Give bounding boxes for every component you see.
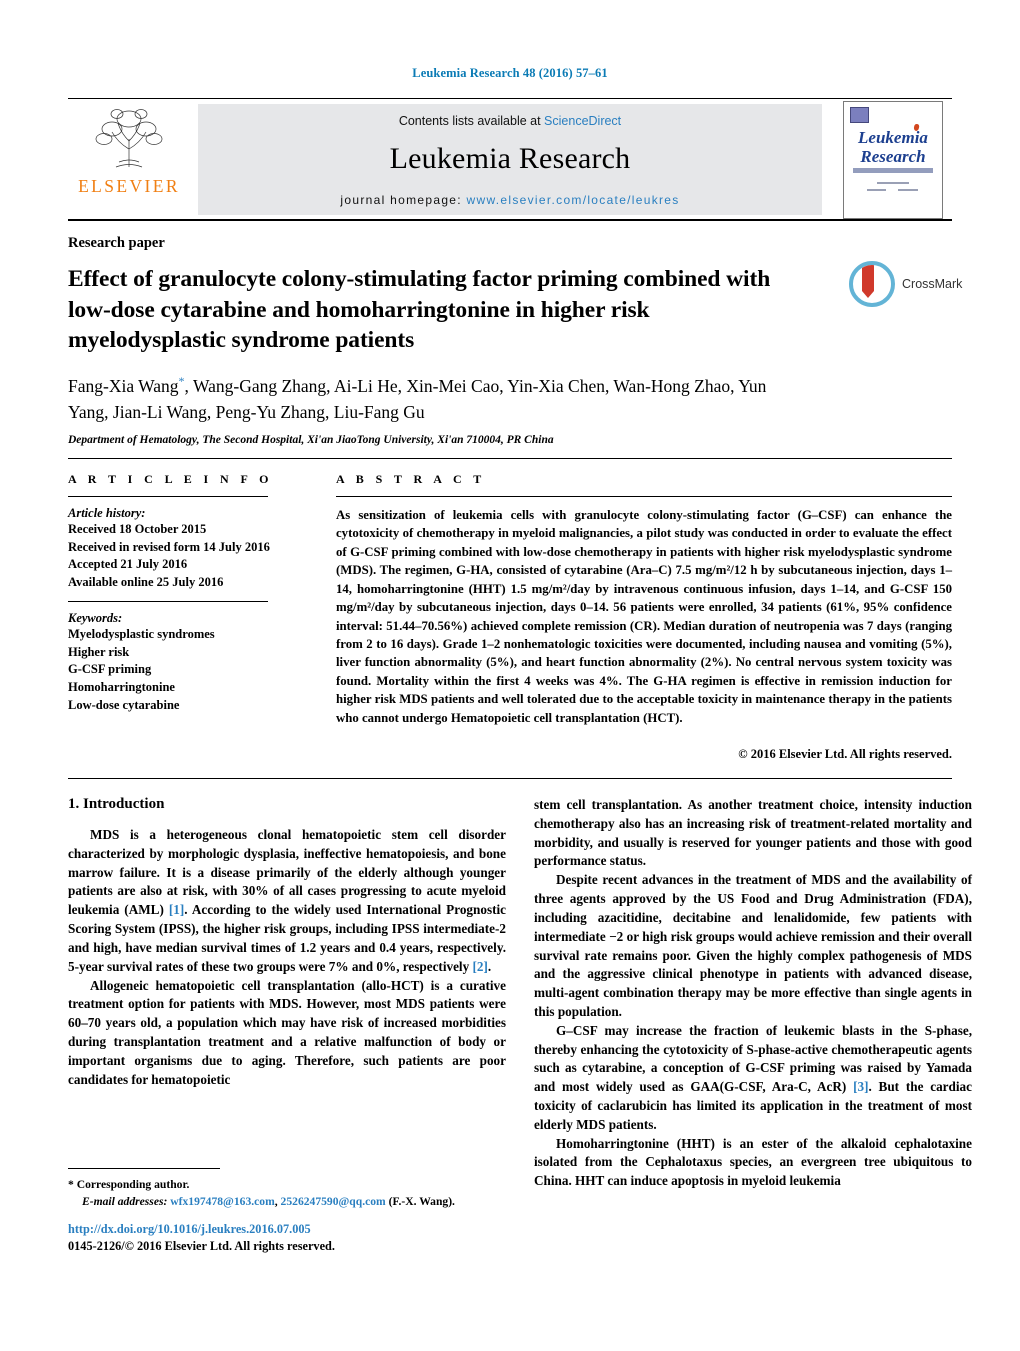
abstract-column: A B S T R A C T As sensitization of leuk… <box>336 472 952 762</box>
homepage-prefix: journal homepage: <box>340 193 467 207</box>
article-info-heading: A R T I C L E I N F O <box>68 471 273 486</box>
paragraph-text: Homoharringtonine (HHT) is an ester of t… <box>534 1135 972 1189</box>
abstract-text: As sensitization of leukemia cells with … <box>336 507 952 725</box>
keyword-item: Higher risk <box>68 644 130 659</box>
history-item: Received in revised form 14 July 2016 <box>68 539 270 554</box>
paper-page: Leukemia Research 48 (2016) 57–61 ELSEVI… <box>0 0 1020 1351</box>
cover-title-line2: Research <box>860 147 926 166</box>
footnote-block: * Corresponding author. E-mail addresses… <box>68 1168 506 1211</box>
issn-copyright-line: 0145-2126/© 2016 Elsevier Ltd. All right… <box>68 1239 335 1253</box>
crossmark-badge[interactable]: CrossMark <box>849 261 962 307</box>
journal-homepage-line: journal homepage: www.elsevier.com/locat… <box>340 193 679 207</box>
page-title: Effect of granulocyte colony-stimulating… <box>68 266 771 354</box>
email-suffix: (F.-X. Wang). <box>385 1195 455 1209</box>
crossmark-icon <box>849 261 895 307</box>
history-item: Received 18 October 2015 <box>68 521 207 536</box>
body-column-left: 1. Introduction MDS is a heterogeneous c… <box>68 796 506 1191</box>
journal-homepage-url[interactable]: www.elsevier.com/locate/leukres <box>467 193 680 207</box>
article-header: Research paper Effect of granulocyte col… <box>68 235 962 446</box>
email-label: E-mail addresses: <box>82 1195 168 1209</box>
doi-block: http://dx.doi.org/10.1016/j.leukres.2016… <box>68 1222 528 1254</box>
corresponding-author-marker: * <box>178 373 185 388</box>
cover-badge-icon <box>850 107 869 123</box>
abstract-heading: A B S T R A C T <box>336 471 486 486</box>
divider <box>336 495 952 497</box>
history-item: Accepted 21 July 2016 <box>68 557 188 572</box>
contents-prefix: Contents lists available at <box>398 114 545 128</box>
email-link-2[interactable]: 2526247590@qq.com <box>281 1195 386 1208</box>
paragraph-text: stem cell transplantation. As another tr… <box>534 797 972 869</box>
journal-band: Contents lists available at ScienceDirec… <box>198 104 822 215</box>
article-info-column: A R T I C L E I N F O Article history: R… <box>68 472 336 762</box>
body-paragraph: G–CSF may increase the fraction of leuke… <box>534 1022 972 1135</box>
article-type: Research paper <box>68 235 165 251</box>
cover-placeholder-lines <box>860 182 926 196</box>
keyword-item: Homoharringtonine <box>68 680 175 695</box>
journal-cover-thumbnail: Leukemia Research <box>843 101 943 219</box>
sciencedirect-link[interactable]: ScienceDirect <box>544 114 621 128</box>
keywords-label: Keywords: <box>68 610 123 625</box>
email-link-1[interactable]: wfx197478@163.com <box>170 1195 275 1208</box>
citation-link[interactable]: [3] <box>853 1079 868 1094</box>
body-column-right: stem cell transplantation. As another tr… <box>534 796 972 1191</box>
divider <box>68 600 268 602</box>
history-item: Available online 25 July 2016 <box>68 575 224 590</box>
contents-available-line: Contents lists available at ScienceDirec… <box>399 114 621 128</box>
journal-cover: Leukemia Research <box>834 101 952 219</box>
paragraph-text: Despite recent advances in the treatment… <box>534 872 972 1019</box>
cover-rule <box>853 168 933 173</box>
body-paragraph: MDS is a heterogeneous clonal hematopoie… <box>68 826 506 977</box>
running-head: Leukemia Research 48 (2016) 57–61 <box>412 66 608 80</box>
cover-title-line1: Leukemia <box>858 128 928 147</box>
article-body: 1. Introduction MDS is a heterogeneous c… <box>68 778 972 1191</box>
citation-link[interactable]: [2] <box>473 959 488 974</box>
citation-link[interactable]: [1] <box>169 902 184 917</box>
elsevier-wordmark: ELSEVIER <box>78 176 180 196</box>
section-heading: 1. Introduction <box>68 796 165 813</box>
keyword-item: Myelodysplastic syndromes <box>68 626 215 641</box>
author-list: Fang-Xia Wang*, Wang-Gang Zhang, Ai-Li H… <box>68 373 767 422</box>
keyword-item: Low-dose cytarabine <box>68 697 180 712</box>
elsevier-tree-icon <box>95 109 163 168</box>
body-paragraph: stem cell transplantation. As another tr… <box>534 796 972 871</box>
affiliation: Department of Hematology, The Second Hos… <box>68 433 554 446</box>
keyword-item: G-CSF priming <box>68 662 152 677</box>
footnote-divider <box>68 1168 220 1169</box>
journal-title: Leukemia Research <box>389 142 631 175</box>
journal-masthead: ELSEVIER Contents lists available at Sci… <box>68 98 952 221</box>
divider <box>68 495 268 497</box>
right-paragraphs: stem cell transplantation. As another tr… <box>534 796 972 1191</box>
article-history-label: Article history: <box>68 505 146 520</box>
email-note: E-mail addresses: wfx197478@163.com, 252… <box>68 1193 506 1210</box>
doi-link[interactable]: http://dx.doi.org/10.1016/j.leukres.2016… <box>68 1222 528 1237</box>
copyright-line: © 2016 Elsevier Ltd. All rights reserved… <box>738 747 952 762</box>
paragraph-text: Allogeneic hematopoietic cell transplant… <box>68 977 506 1087</box>
crossmark-label: CrossMark <box>902 277 963 291</box>
paragraph-text: . <box>487 958 492 974</box>
body-paragraph: Allogeneic hematopoietic cell transplant… <box>68 977 506 1090</box>
info-abstract-block: A R T I C L E I N F O Article history: R… <box>68 457 952 762</box>
body-paragraph: Homoharringtonine (HHT) is an ester of t… <box>534 1135 972 1191</box>
body-paragraph: Despite recent advances in the treatment… <box>534 871 972 1022</box>
left-paragraphs: MDS is a heterogeneous clonal hematopoie… <box>68 826 506 1089</box>
elsevier-logo: ELSEVIER <box>68 99 190 219</box>
corresponding-author-note: * Corresponding author. <box>68 1178 190 1191</box>
